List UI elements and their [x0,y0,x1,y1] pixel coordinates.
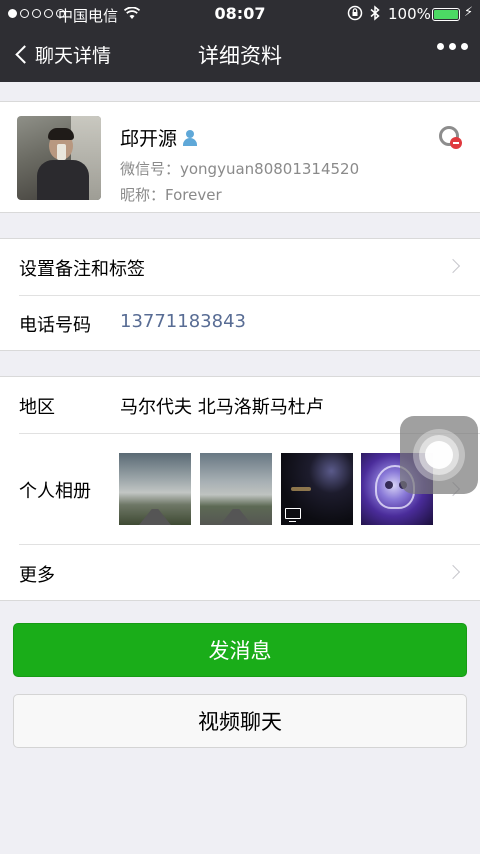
phone-label: 电话号码 [19,315,91,336]
more-row[interactable]: 更多 [0,545,480,601]
more-dots-icon[interactable] [437,43,468,50]
chevron-right-icon [445,564,461,580]
region-value: 马尔代夫 北马洛斯马杜卢 [120,397,324,418]
moments-blocked-icon [439,126,462,149]
chevron-right-icon [445,258,461,274]
album-photo-thumbnail[interactable] [119,453,191,525]
status-bar: 中国电信 08:07 100% ⚡ [0,0,480,28]
album-photo-thumbnail[interactable] [200,453,272,525]
video-chat-button[interactable]: 视频聊天 [13,694,467,748]
page-title: 详细资料 [198,44,282,68]
navigation-bar: 聊天详情 详细资料 [0,28,480,82]
send-message-button[interactable]: 发消息 [13,623,467,677]
assistive-touch-button[interactable] [400,416,478,494]
album-label: 个人相册 [19,481,91,502]
remark-label: 设置备注和标签 [19,259,145,280]
phone-number[interactable]: 13771183843 [120,311,246,332]
contact-info-card: 设置备注和标签 电话号码 13771183843 [0,238,480,351]
battery-icon [432,8,460,21]
more-label: 更多 [19,565,55,586]
battery-percent: 100% [388,5,431,23]
bluetooth-icon [369,5,381,25]
avatar[interactable] [17,116,101,200]
charging-icon: ⚡ [464,5,474,20]
rotation-lock-icon [347,5,363,25]
nickname: 昵称：Forever [120,186,222,204]
remark-row[interactable]: 设置备注和标签 [0,239,480,295]
profile-name: 邱开源 [120,128,178,150]
region-label: 地区 [19,397,55,418]
profile-name-row: 邱开源 [120,124,198,151]
person-icon [182,129,198,146]
phone-row[interactable]: 电话号码 13771183843 [0,296,480,351]
profile-card: 邱开源 微信号：yongyuan80801314520 昵称：Forever [0,101,480,213]
album-video-thumbnail[interactable] [281,453,353,525]
video-icon [285,508,301,522]
wechat-id: 微信号：yongyuan80801314520 [120,160,360,178]
